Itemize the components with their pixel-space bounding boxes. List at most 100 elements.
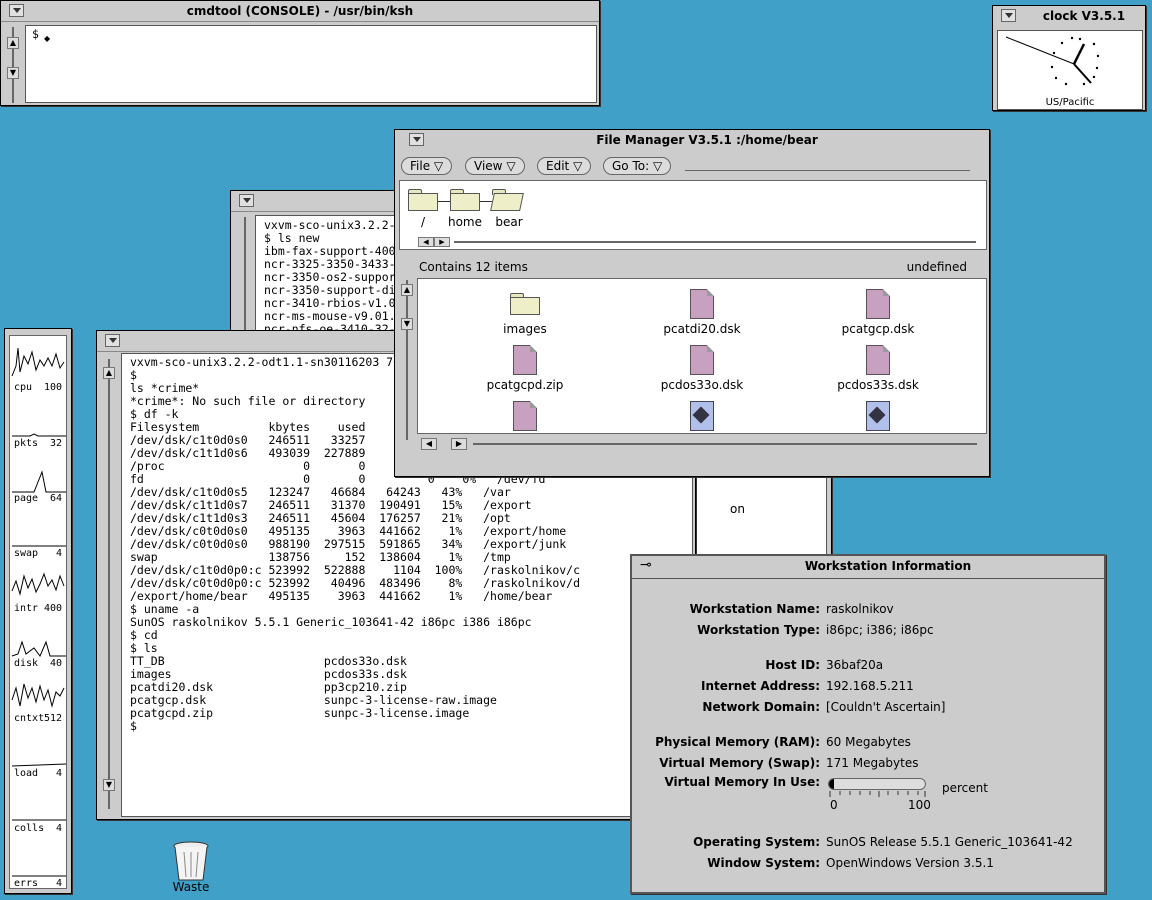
home-folder-icon[interactable]	[450, 189, 480, 211]
cmdtool-scrollbar[interactable]: ▲ ▼	[103, 359, 115, 809]
physical-memory-value: 60 Megabytes	[826, 735, 911, 749]
workstation-titlebar[interactable]: ⊸ Workstation Information	[632, 556, 1104, 579]
scroll-right-arrow-icon[interactable]: ▶	[434, 237, 450, 247]
path-hscrollbar[interactable]: ◀ ▶	[404, 237, 982, 247]
back-cmdtool-partial-text: on	[730, 502, 745, 516]
console-prompt: $	[32, 27, 39, 41]
scroll-down-arrow-icon[interactable]: ▼	[401, 318, 413, 330]
clock-hands-icon	[1005, 36, 1100, 86]
perf-label: load	[14, 768, 39, 779]
scroll-up-arrow-icon[interactable]: ▲	[103, 367, 115, 379]
scroll-left-arrow-icon[interactable]: ◀	[418, 237, 434, 247]
scroll-up-arrow-icon[interactable]: ▲	[7, 37, 19, 49]
document-icon[interactable]	[866, 289, 890, 319]
console-window: cmdtool (CONSOLE) - /usr/bin/ksh ▲ ▼ $ ◆	[0, 0, 600, 106]
file-item-label[interactable]: pcdos33s.dsk	[803, 378, 953, 392]
scroll-left-arrow-icon[interactable]: ◀	[421, 438, 437, 450]
file-menu-label: File	[410, 159, 431, 173]
file-item-label[interactable]: pcatgcp.dsk	[803, 322, 953, 336]
folder-status-right: undefined	[906, 260, 967, 274]
scroll-right-arrow-icon[interactable]: ▶	[451, 438, 467, 450]
edit-menu-button[interactable]: Edit ▽	[537, 157, 592, 175]
document-icon[interactable]	[690, 345, 714, 375]
vm-usage-gauge	[828, 778, 926, 790]
clock-face: US/Pacific	[997, 30, 1143, 110]
perf-value: 40	[49, 658, 62, 669]
clock-titlebar[interactable]: clock V3.5.1	[993, 6, 1145, 26]
text-cursor-icon: ◆	[44, 34, 51, 43]
workstation-name-label: Workstation Name:	[689, 602, 820, 616]
virtual-memory-label: Virtual Memory (Swap):	[659, 756, 820, 770]
vm-usage-fill	[829, 779, 834, 789]
perfmeter-window: cpu 100 pkts 32 page 64 swap 4 intr 400 …	[4, 328, 72, 894]
goto-path-field[interactable]	[685, 170, 970, 171]
document-icon[interactable]	[513, 401, 537, 431]
file-manager-titlebar[interactable]: File Manager V3.5.1 :/home/bear	[395, 130, 989, 150]
waste-label: Waste	[172, 880, 210, 894]
chevron-down-icon: ▽	[433, 159, 444, 173]
window-menu-button[interactable]	[1001, 9, 1016, 22]
root-folder-icon[interactable]	[408, 189, 438, 211]
window-system-value: OpenWindows Version 3.5.1	[826, 856, 994, 870]
file-item-label[interactable]: pcatgcpd.zip	[450, 378, 600, 392]
path-home[interactable]: home	[444, 215, 486, 229]
image-file-icon[interactable]	[866, 401, 890, 431]
document-icon[interactable]	[866, 345, 890, 375]
open-folder-icon[interactable]	[490, 189, 524, 211]
internet-address-value: 192.168.5.211	[826, 679, 914, 693]
waste-bin[interactable]: Waste	[168, 840, 214, 896]
view-menu-button[interactable]: View ▽	[465, 157, 525, 175]
file-item-label[interactable]: pcatdi20.dsk	[627, 322, 777, 336]
perf-value: 64	[49, 493, 62, 504]
perf-value: 512	[43, 713, 62, 724]
console-titlebar[interactable]: cmdtool (CONSOLE) - /usr/bin/ksh	[1, 1, 599, 22]
perf-value: 4	[55, 878, 62, 889]
gauge-max: 100	[908, 798, 931, 812]
perf-label: swap	[14, 548, 39, 559]
window-system-label: Window System:	[707, 856, 820, 870]
files-pane: images pcatdi20.dsk pcatgcp.dsk pcatgcpd…	[417, 278, 987, 434]
physical-memory-label: Physical Memory (RAM):	[655, 735, 820, 749]
console-title: cmdtool (CONSOLE) - /usr/bin/ksh	[186, 4, 414, 18]
gauge-min: 0	[830, 798, 838, 812]
network-domain-label: Network Domain:	[702, 700, 820, 714]
operating-system-value: SunOS Release 5.5.1 Generic_103641-42	[826, 835, 1073, 849]
trash-can-icon	[173, 841, 209, 881]
vm-in-use-label: Virtual Memory In Use:	[664, 775, 820, 789]
image-file-icon[interactable]	[690, 401, 714, 431]
path-root[interactable]: /	[408, 215, 438, 229]
clock-window: clock V3.5.1 US/Pacific	[992, 5, 1146, 111]
file-manager-title: File Manager V3.5.1 :/home/bear	[596, 133, 818, 147]
document-icon[interactable]	[690, 289, 714, 319]
workstation-type-value: i86pc; i386; i86pc	[826, 623, 934, 637]
scroll-down-arrow-icon[interactable]: ▼	[103, 779, 115, 791]
internet-address-label: Internet Address:	[700, 679, 820, 693]
images-folder-icon[interactable]	[510, 293, 540, 315]
perf-value: 4	[55, 823, 62, 834]
perf-label: colls	[14, 823, 45, 834]
folder-status: Contains 12 items	[419, 260, 528, 274]
gauge-unit: percent	[942, 781, 988, 795]
path-bear[interactable]: bear	[488, 215, 530, 229]
file-menu-button[interactable]: File ▽	[401, 157, 453, 175]
pushpin-icon[interactable]: ⊸	[640, 557, 652, 573]
document-icon[interactable]	[513, 345, 537, 375]
window-menu-button[interactable]	[239, 194, 254, 207]
chevron-down-icon: ▽	[573, 159, 583, 173]
files-hscrollbar[interactable]: ◀ ▶	[421, 438, 981, 450]
perfmeter-panel: cpu 100 pkts 32 page 64 swap 4 intr 400 …	[9, 335, 67, 889]
scroll-up-arrow-icon[interactable]: ▲	[401, 284, 413, 296]
goto-menu-button[interactable]: Go To: ▽	[603, 157, 672, 175]
scroll-down-arrow-icon[interactable]: ▼	[7, 67, 19, 79]
perf-value: 400	[43, 603, 62, 614]
files-vscrollbar[interactable]: ▲ ▼	[401, 280, 413, 440]
file-item-label[interactable]: pcdos33o.dsk	[627, 378, 777, 392]
back-cmdtool-scrollbar[interactable]	[239, 217, 251, 337]
console-terminal[interactable]: $ ◆	[25, 25, 597, 103]
window-menu-button[interactable]	[105, 334, 120, 347]
clock-timezone: US/Pacific	[1045, 97, 1095, 108]
file-item-label[interactable]: images	[450, 322, 600, 336]
window-menu-button[interactable]	[409, 133, 424, 146]
console-scrollbar[interactable]: ▲ ▼	[7, 27, 19, 103]
perf-value: 32	[49, 438, 62, 449]
